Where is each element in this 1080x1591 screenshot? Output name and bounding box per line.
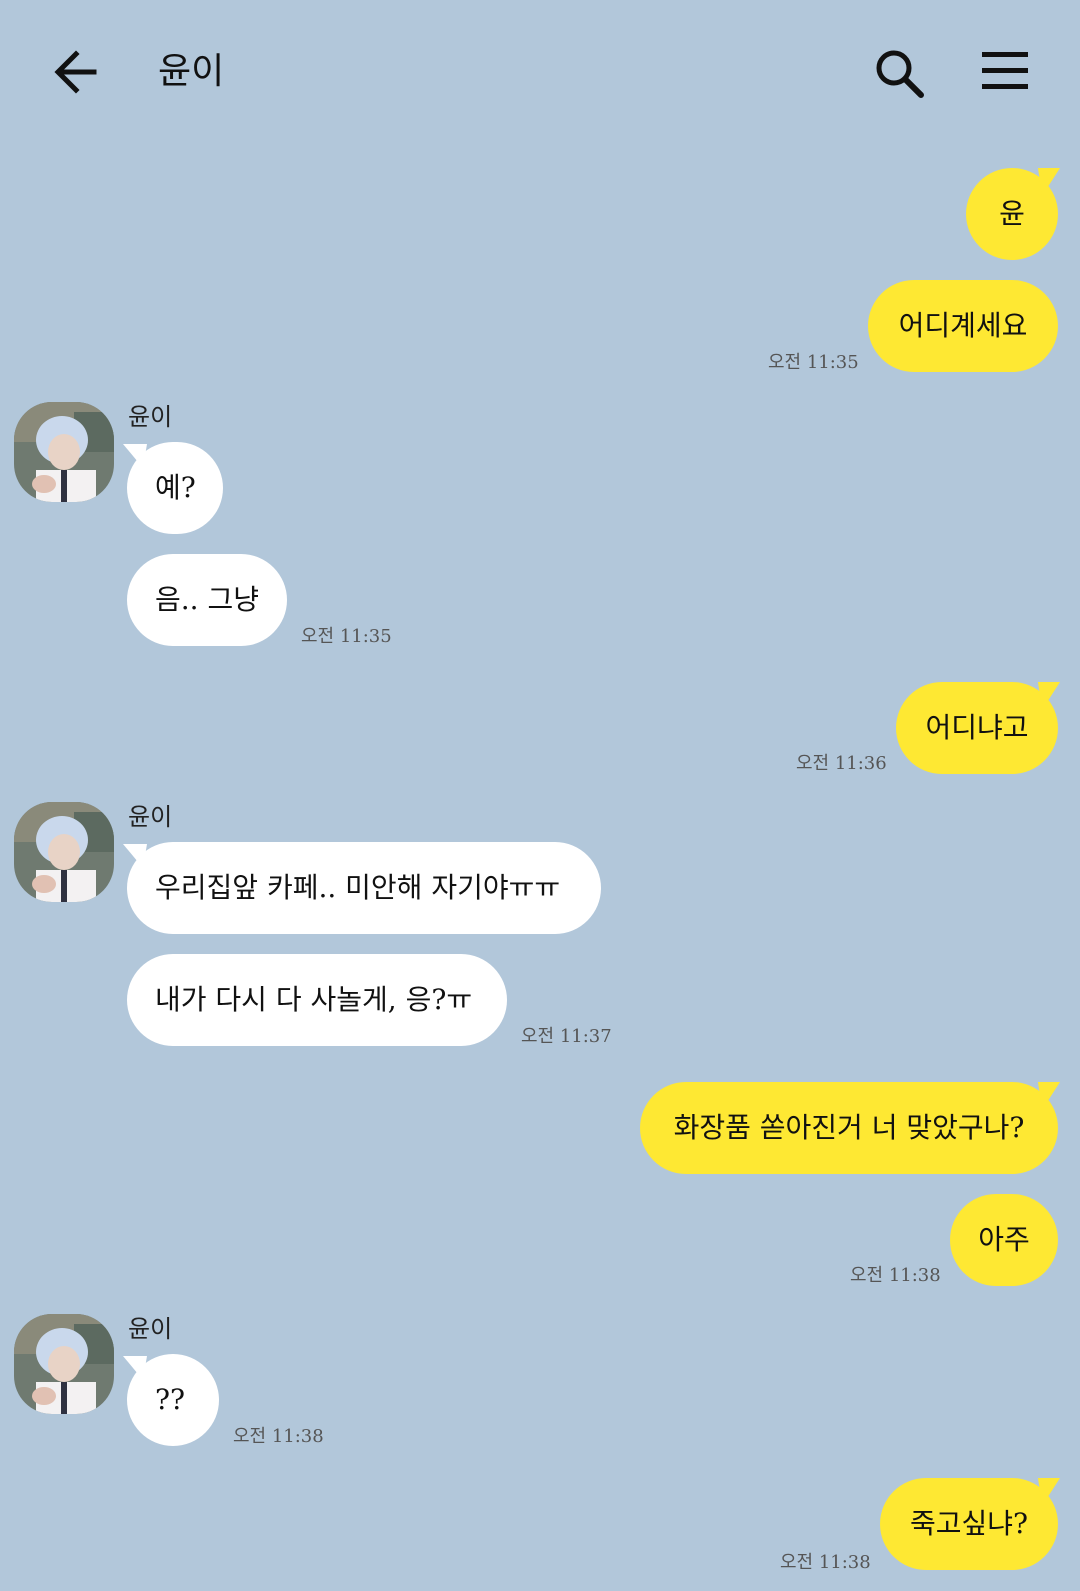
menu-button[interactable] — [980, 48, 1032, 96]
message-text: 윤 — [999, 197, 1025, 230]
bubble-tail — [1038, 1478, 1060, 1506]
profile-photo — [14, 1314, 114, 1414]
avatar[interactable] — [14, 1314, 114, 1414]
chat-screen: 윤이 윤 어디계세요 오전 11:35 윤이 예? 음.. 그냥 오전 11:3… — [0, 0, 1080, 1591]
message-text: 죽고싶냐? — [909, 1507, 1029, 1540]
message-time: 오전 11:35 — [301, 626, 392, 647]
outgoing-message[interactable]: 윤 — [966, 168, 1060, 260]
profile-photo — [14, 802, 114, 902]
sender-name: 윤이 — [128, 403, 173, 431]
incoming-message[interactable]: 예? — [123, 442, 223, 534]
outgoing-message[interactable]: 어디냐고 — [896, 682, 1060, 774]
search-button[interactable] — [872, 46, 928, 102]
outgoing-message[interactable]: 어디계세요 — [868, 280, 1058, 372]
back-button[interactable] — [48, 44, 108, 100]
arrow-left-icon — [54, 50, 97, 94]
outgoing-message[interactable]: 죽고싶냐? — [880, 1478, 1060, 1570]
outgoing-message[interactable]: 화장품 쏟아진거 너 맞았구나? — [640, 1082, 1060, 1174]
chat-title: 윤이 — [158, 51, 225, 92]
chat-header: 윤이 — [0, 0, 1080, 140]
message-text: 우리집앞 카페.. 미안해 자기야ㅠㅠ — [155, 871, 561, 904]
message-text: 음.. 그냥 — [155, 583, 259, 616]
message-time: 오전 11:38 — [780, 1552, 871, 1573]
incoming-message[interactable]: 우리집앞 카페.. 미안해 자기야ㅠㅠ — [123, 842, 601, 934]
message-time: 오전 11:38 — [233, 1426, 324, 1447]
avatar[interactable] — [14, 802, 114, 902]
message-time: 오전 11:35 — [768, 352, 859, 373]
bubble-tail — [123, 844, 147, 868]
incoming-message[interactable]: 내가 다시 다 사놀게, 응?ㅠ — [127, 954, 507, 1046]
sender-name: 윤이 — [128, 803, 173, 831]
message-text: 내가 다시 다 사놀게, 응?ㅠ — [155, 983, 473, 1016]
bubble-tail — [1038, 682, 1060, 710]
message-text: 예? — [155, 471, 196, 504]
message-time: 오전 11:36 — [796, 753, 887, 774]
incoming-message[interactable]: 음.. 그냥 — [127, 554, 287, 646]
message-text: 어디계세요 — [898, 309, 1028, 342]
bubble-tail — [123, 1356, 147, 1380]
outgoing-message[interactable]: 아주 — [950, 1194, 1058, 1286]
hamburger-menu-icon — [982, 52, 1028, 89]
avatar[interactable] — [14, 402, 114, 502]
message-text: 화장품 쏟아진거 너 맞았구나? — [673, 1111, 1025, 1144]
message-text: 어디냐고 — [925, 711, 1029, 744]
message-time: 오전 11:38 — [850, 1265, 941, 1286]
bubble-tail — [1038, 168, 1060, 196]
search-icon — [876, 50, 924, 98]
bubble-tail — [123, 444, 147, 468]
bubble-tail — [1038, 1082, 1060, 1110]
message-text: ?? — [155, 1383, 186, 1416]
incoming-message[interactable]: ?? — [123, 1354, 219, 1446]
message-text: 아주 — [978, 1223, 1030, 1256]
profile-photo — [14, 402, 114, 502]
message-time: 오전 11:37 — [521, 1026, 612, 1047]
sender-name: 윤이 — [128, 1315, 173, 1343]
